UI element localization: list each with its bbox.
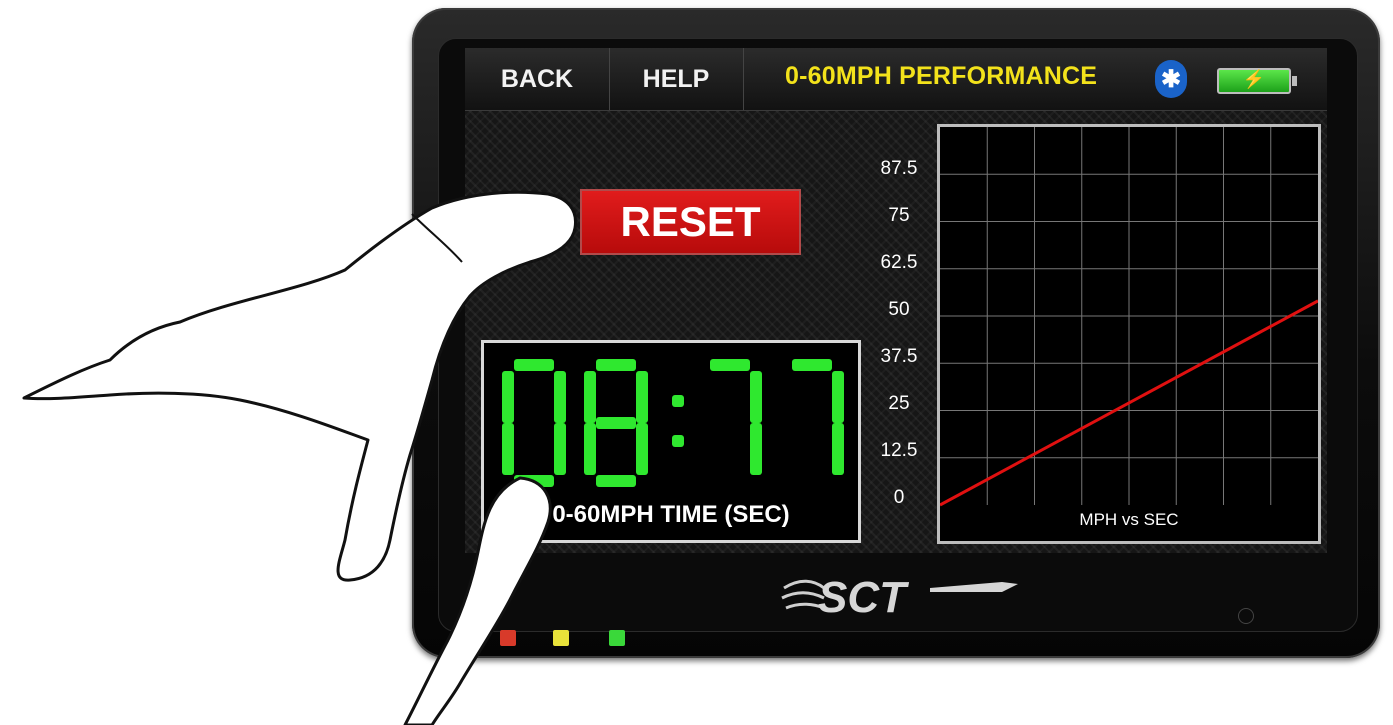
hand-illustration bbox=[22, 190, 578, 725]
